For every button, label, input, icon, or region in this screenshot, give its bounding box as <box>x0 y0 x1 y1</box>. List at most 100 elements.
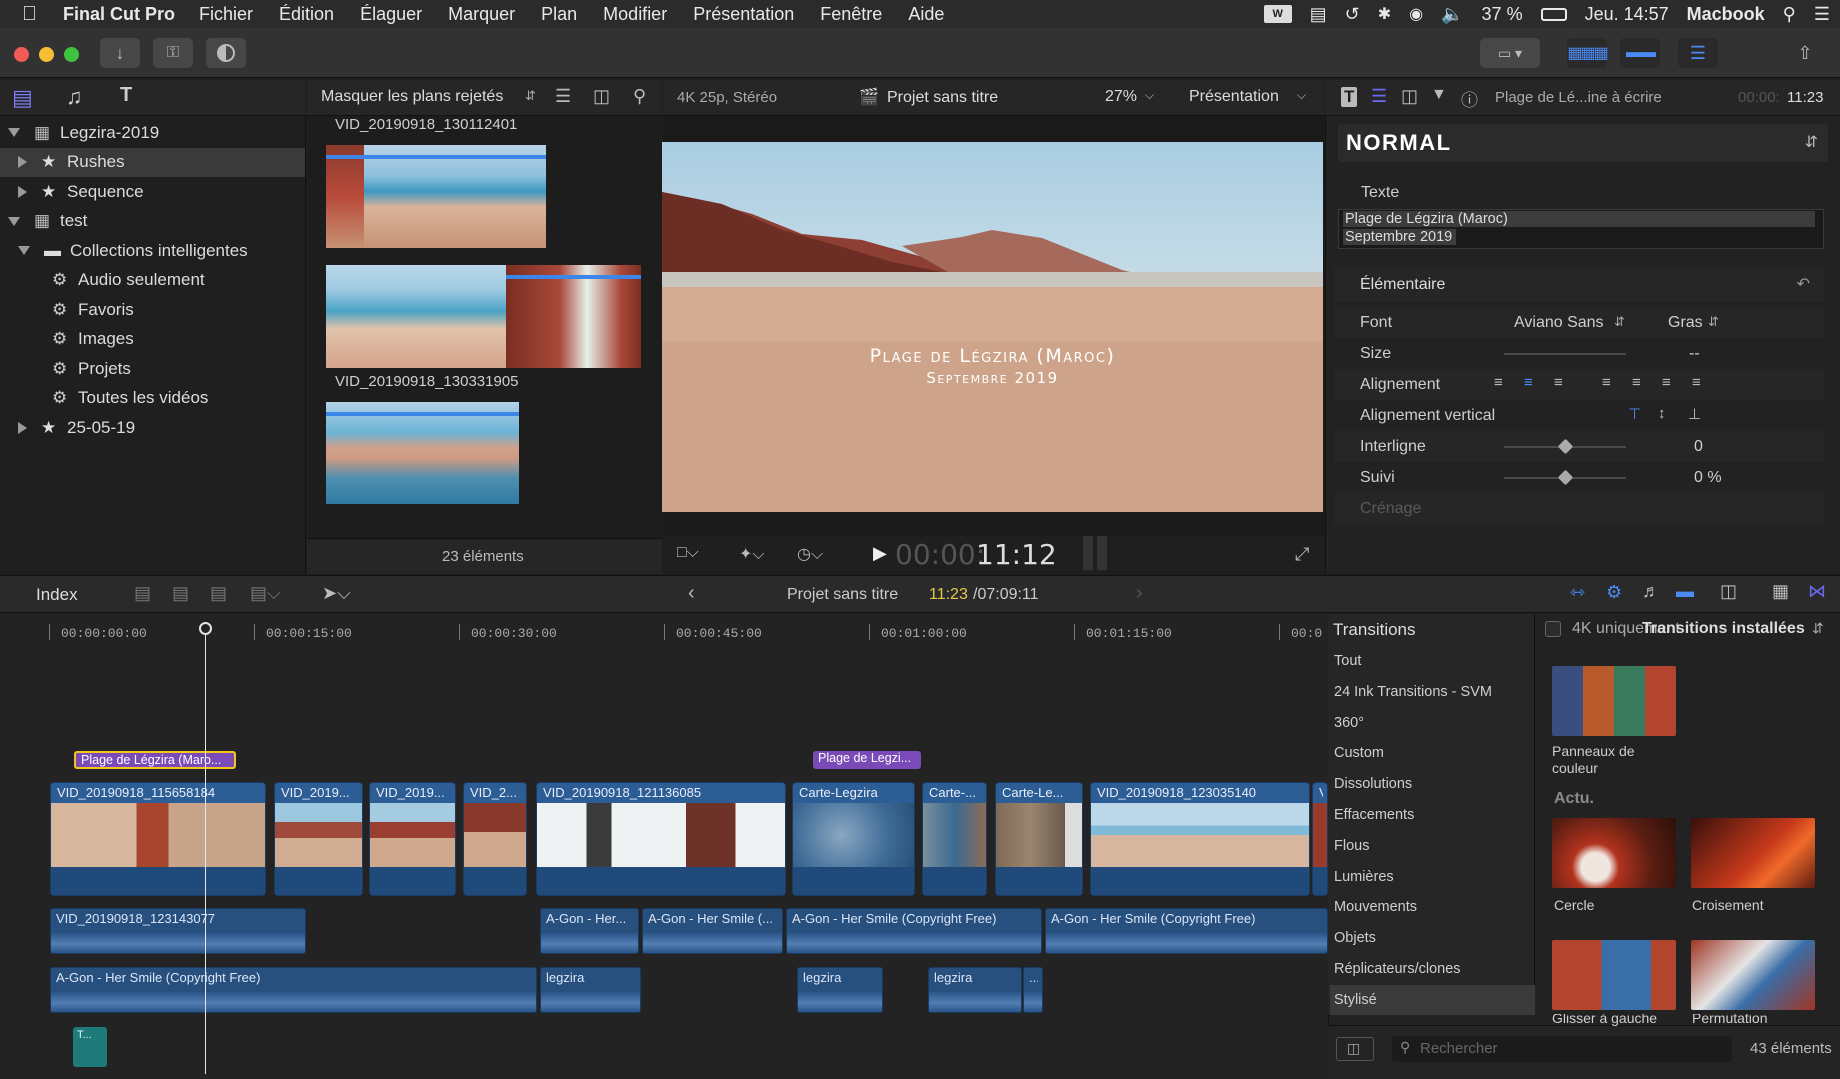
menu-aide[interactable]: Aide <box>908 4 944 25</box>
transition-tile-glisser[interactable] <box>1552 940 1676 1010</box>
history-back-icon[interactable]: ‹ <box>688 582 695 605</box>
library-item-25-05-19[interactable]: ★ 25-05-19 <box>0 413 305 442</box>
disclosure-closed-icon[interactable] <box>18 421 27 434</box>
library-item-images[interactable]: ⚙ Images <box>0 325 305 354</box>
viewer-timecode[interactable]: 11:12 <box>976 538 1057 571</box>
wp-status-icon[interactable]: W <box>1263 5 1292 23</box>
show-timeline-button[interactable]: ▬▬ <box>1620 38 1660 68</box>
font-family-menu[interactable]: Aviano Sans <box>1514 314 1604 332</box>
transition-category-tout[interactable]: Tout <box>1330 646 1535 676</box>
transition-category-flous[interactable]: Flous <box>1330 831 1535 861</box>
library-item-toutes-les-vid-os[interactable]: ⚙ Toutes les vidéos <box>0 384 305 413</box>
skimming-icon[interactable]: ⚙ <box>1606 582 1622 603</box>
transition-tile-panneaux[interactable] <box>1552 666 1676 736</box>
background-tasks-button[interactable] <box>206 38 246 68</box>
reset-icon[interactable]: ↶ <box>1797 274 1810 294</box>
transition-tile-permutation[interactable] <box>1691 940 1815 1010</box>
disclosure-open-icon[interactable] <box>8 128 20 137</box>
select-tool-icon[interactable]: ➤⌵ <box>322 583 351 604</box>
show-inspector-button[interactable]: ☰ <box>1678 38 1718 68</box>
notification-center-icon[interactable]: ☰ <box>1814 4 1830 25</box>
audio-clip[interactable]: legzira <box>928 967 1022 1013</box>
align-left-icon[interactable]: ≡ <box>1494 374 1503 391</box>
share-button[interactable]: ⇧ <box>1785 38 1825 68</box>
browser-clip-thumbnail-3[interactable] <box>326 402 519 504</box>
playhead[interactable] <box>205 624 206 1074</box>
disclosure-closed-icon[interactable] <box>18 185 27 198</box>
presentation-menu[interactable]: Présentation <box>1189 88 1279 106</box>
show-browser-button[interactable]: ▦▦▦ <box>1567 38 1609 68</box>
history-forward-icon[interactable]: › <box>1136 582 1143 605</box>
video-clip[interactable]: VID_2... <box>463 782 527 896</box>
connect-clip-icon[interactable]: ▤ <box>134 583 151 604</box>
audio-clip[interactable]: A-Gon - Her Smile (Copyright Free) <box>1045 908 1328 954</box>
transitions-browser-icon[interactable]: ⋈ <box>1808 581 1826 602</box>
index-button[interactable]: Index <box>36 585 78 605</box>
insert-clip-icon[interactable]: ▤ <box>172 583 189 604</box>
browser-filter-menu[interactable]: Masquer les plans rejetés <box>321 88 503 106</box>
enhance-tool-icon[interactable]: ✦⌵ <box>739 544 765 564</box>
audio-skimming-icon[interactable]: ♬ <box>1642 581 1660 602</box>
titles-generators-icon[interactable]: T <box>120 84 132 107</box>
time-machine-icon[interactable]: ↺ <box>1345 4 1360 25</box>
size-value[interactable]: -- <box>1689 345 1700 363</box>
leading-slider-knob[interactable] <box>1557 438 1574 455</box>
menu-fenetre[interactable]: Fenêtre <box>820 4 882 25</box>
title-clip-2[interactable]: Plage de Legzi... <box>813 751 921 769</box>
transition-category-r-plicateurs-clones[interactable]: Réplicateurs/clones <box>1330 954 1535 984</box>
justify-all-icon[interactable]: ≡ <box>1692 374 1701 391</box>
installed-transitions-menu[interactable]: Transitions installées <box>1642 620 1805 638</box>
audio-clip[interactable]: A-Gon - Her... <box>540 908 639 954</box>
browser-clip-thumbnail-1[interactable] <box>326 145 546 248</box>
justify-left-icon[interactable]: ≡ <box>1602 374 1611 391</box>
disclosure-open-icon[interactable] <box>8 216 20 226</box>
transform-tool-icon[interactable]: □⌵ <box>677 544 699 562</box>
valign-top-icon[interactable]: ⊤ <box>1628 405 1641 423</box>
video-clip[interactable]: VID_20190918_123035140 <box>1090 782 1310 896</box>
audio-clip[interactable]: legzira <box>540 967 641 1013</box>
filter-4k-checkbox[interactable] <box>1545 621 1561 637</box>
title-inspector-tab-icon[interactable]: ☰ <box>1371 86 1387 107</box>
align-right-icon[interactable]: ≡ <box>1554 374 1563 391</box>
viewer-canvas[interactable]: Plage de Légzira (Maroc) Septembre 2019 <box>662 142 1323 512</box>
menu-marquer[interactable]: Marquer <box>448 4 515 25</box>
fullscreen-icon[interactable]: ⤢ <box>1295 544 1309 565</box>
menu-plan[interactable]: Plan <box>541 4 577 25</box>
overwrite-clip-icon[interactable]: ▤⌵ <box>250 583 281 604</box>
solo-icon[interactable]: ▬ <box>1676 581 1694 602</box>
video-clip[interactable]: VID_2019... <box>369 782 456 896</box>
menu-presentation[interactable]: Présentation <box>693 4 794 25</box>
video-clip[interactable]: VID_2019... <box>274 782 363 896</box>
sidebar-toggle-button[interactable]: ◫ <box>1336 1037 1374 1061</box>
disclosure-open-icon[interactable] <box>18 246 30 255</box>
valign-middle-icon[interactable]: ↕ <box>1658 405 1666 422</box>
info-inspector-tab-icon[interactable]: ⓘ <box>1461 86 1478 111</box>
valign-bottom-icon[interactable]: ⊥ <box>1688 405 1701 423</box>
library-item-legzira-2019[interactable]: ▦ Legzira-2019 <box>0 118 305 147</box>
library-item-sequence[interactable]: ★ Sequence <box>0 177 305 206</box>
transition-category-lumi-res[interactable]: Lumières <box>1330 862 1535 892</box>
audio-clip[interactable]: A-Gon - Her Smile (Copyright Free) <box>786 908 1042 954</box>
audio-clip[interactable]: A-Gon - Her Smile (Copyright Free) <box>50 967 537 1013</box>
justify-center-icon[interactable]: ≡ <box>1632 374 1641 391</box>
menu-app-name[interactable]: Final Cut Pro <box>63 4 175 25</box>
transition-tile-cercle[interactable] <box>1552 818 1676 888</box>
transitions-search-field[interactable]: ⚲ Rechercher <box>1392 1036 1732 1062</box>
transition-category-dissolutions[interactable]: Dissolutions <box>1330 769 1535 799</box>
transition-category-custom[interactable]: Custom <box>1330 738 1535 768</box>
apple-icon[interactable]:  <box>22 3 37 26</box>
video-inspector-tab-icon[interactable]: ◫ <box>1401 86 1418 107</box>
menu-modifier[interactable]: Modifier <box>603 4 667 25</box>
library-item-audio-seulement[interactable]: ⚙ Audio seulement <box>0 266 305 295</box>
library-item-favoris[interactable]: ⚙ Favoris <box>0 295 305 324</box>
audio-clip[interactable]: ... <box>1023 967 1043 1013</box>
transition-category-24-ink-transitions-svm[interactable]: 24 Ink Transitions - SVM <box>1330 677 1535 707</box>
transition-category-effacements[interactable]: Effacements <box>1330 800 1535 830</box>
transition-tile-croisement[interactable] <box>1691 818 1815 888</box>
tracking-value[interactable]: 0 % <box>1694 469 1722 487</box>
disclosure-closed-icon[interactable] <box>18 156 27 168</box>
text-entry-field[interactable]: Plage de Légzira (Maroc) Septembre 2019 <box>1338 209 1824 249</box>
library-item-projets[interactable]: ⚙ Projets <box>0 354 305 383</box>
video-clip[interactable]: Carte-Legzira <box>792 782 915 896</box>
list-view-icon[interactable]: ☰ <box>555 86 571 107</box>
